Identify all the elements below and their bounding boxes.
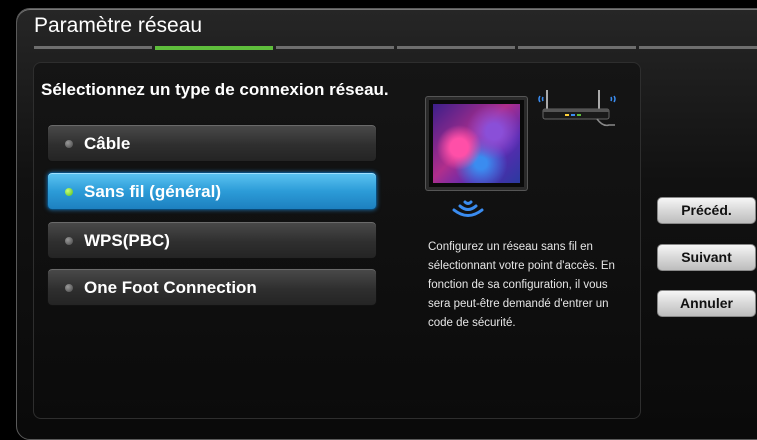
option-wireless-general[interactable]: Sans fil (général) xyxy=(47,172,377,210)
previous-button[interactable]: Précéd. xyxy=(657,197,756,224)
progress-step-5 xyxy=(518,46,636,49)
step-progress-bar xyxy=(34,46,757,50)
next-button[interactable]: Suivant xyxy=(657,244,756,271)
cancel-button[interactable]: Annuler xyxy=(657,290,756,317)
option-cable[interactable]: Câble xyxy=(47,124,377,162)
option-one-foot-connection[interactable]: One Foot Connection xyxy=(47,268,377,306)
wifi-signal-icon xyxy=(452,200,484,217)
radio-indicator-icon xyxy=(65,237,73,245)
option-label: Câble xyxy=(84,134,131,153)
progress-step-4 xyxy=(397,46,515,49)
option-label: WPS(PBC) xyxy=(84,231,170,250)
progress-step-3 xyxy=(276,46,394,49)
progress-step-6 xyxy=(639,46,757,49)
radio-indicator-icon xyxy=(65,140,73,148)
page-title: Paramètre réseau xyxy=(34,14,203,37)
option-description: Configurez un réseau sans fil en sélecti… xyxy=(428,241,615,329)
option-label: One Foot Connection xyxy=(84,278,257,297)
radio-indicator-icon xyxy=(65,284,73,292)
option-label: Sans fil (général) xyxy=(84,182,221,201)
tv-screen xyxy=(433,104,520,183)
tv-icon xyxy=(426,97,527,190)
progress-step-2 xyxy=(155,46,273,50)
connection-type-prompt: Sélectionnez un type de connexion réseau… xyxy=(41,80,389,99)
progress-step-1 xyxy=(34,46,152,49)
radio-indicator-icon xyxy=(65,188,73,196)
wireless-router-icon xyxy=(538,90,616,127)
option-wps-pbc[interactable]: WPS(PBC) xyxy=(47,221,377,259)
